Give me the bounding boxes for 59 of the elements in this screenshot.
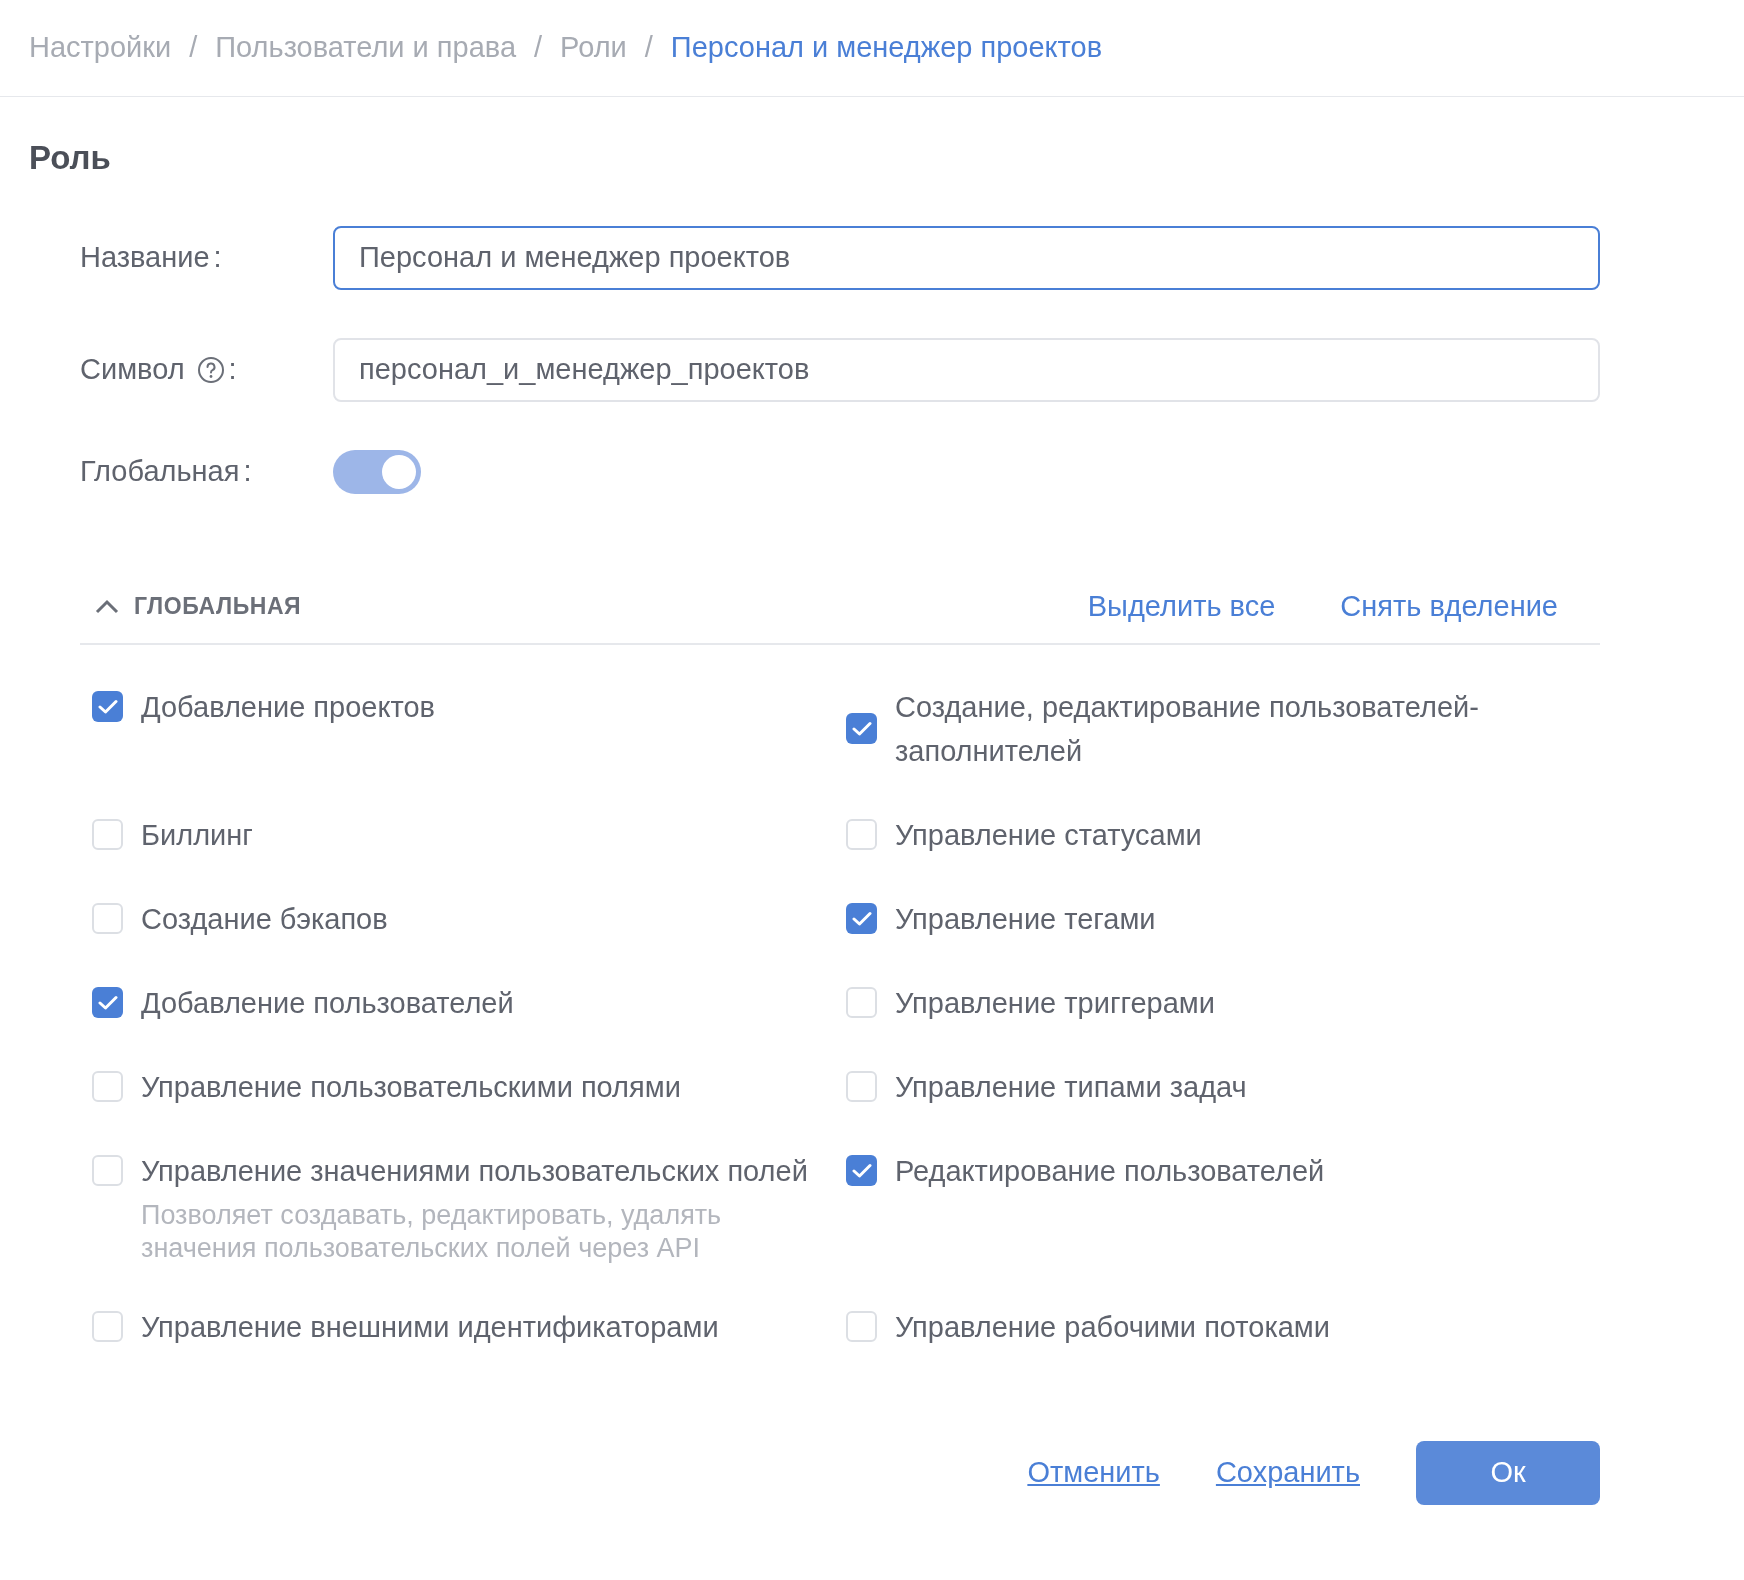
permission-label: Управление типами задач [895,1069,1247,1105]
text-field[interactable]: Персонал и менеджер проектов [333,225,1600,290]
breadcrumb-link[interactable]: Роли [560,26,627,70]
checkbox[interactable] [92,987,123,1018]
help-icon[interactable] [196,355,225,384]
checkbox[interactable] [92,691,123,722]
field-label: Символ [80,351,185,387]
permission-label: Добавление проектов [141,689,435,725]
permission-label: Управление тегами [895,901,1156,937]
global-toggle[interactable] [333,449,421,494]
permission-label: Управление пользовательскими полями [141,1069,681,1105]
footer-link[interactable]: Отменить [1027,1450,1160,1495]
checkbox[interactable] [846,987,877,1018]
colon: : [213,239,222,275]
section-toggle[interactable]: ГЛОБАЛЬНАЯ [94,589,302,624]
field-label: Глобальная [80,453,240,489]
checkbox[interactable] [846,1155,877,1186]
breadcrumb-separator: / [644,30,653,66]
text-field[interactable]: персонал_и_менеджер_проектов [333,337,1600,402]
permission-label: Управление значениями пользовательских полей [141,1153,808,1189]
chevron-icon [94,598,120,615]
checkbox[interactable] [846,903,877,934]
check-icon [851,1162,872,1179]
footer-link[interactable]: Сохранить [1215,1450,1360,1495]
checkbox[interactable] [92,1071,123,1102]
page-title: Роль [28,138,112,178]
permission-label: Биллинг [141,817,253,853]
breadcrumb-link[interactable]: Пользователи и права [215,26,517,70]
checkbox[interactable] [92,1155,123,1186]
breadcrumb-separator: / [189,30,198,66]
permission-label: Управление статусами [895,817,1202,853]
permission-description: Позволяет создавать, редактировать, удалять значения пользовательских полей через API [140,1198,723,1265]
check-icon [97,994,118,1011]
ok-button[interactable]: Ок [1416,1440,1600,1505]
breadcrumb-link[interactable]: Настройки [29,26,172,70]
permission-label: Управление триггерами [895,985,1215,1021]
permission-label: Управление внешними идентификаторами [141,1309,719,1345]
checkbox[interactable] [846,819,877,850]
section-action-link[interactable]: Снять вделение [1340,584,1558,629]
check-icon [97,698,118,715]
permission-label: Управление рабочими потоками [895,1309,1330,1345]
checkbox[interactable] [92,819,123,850]
breadcrumb-link[interactable]: Персонал и менеджер проектов [670,26,1103,70]
breadcrumb-separator: / [534,30,543,66]
check-icon [851,910,872,927]
permission-label: Добавление пользователей [141,985,514,1021]
checkbox[interactable] [846,713,877,744]
checkbox[interactable] [846,1311,877,1342]
permission-label: Редактирование пользователей [895,1153,1325,1189]
permission-label: Создание, редактирование пользователей-заполнителей [895,689,1480,769]
field-label: Название [80,239,210,275]
checkbox[interactable] [92,903,123,934]
checkbox[interactable] [92,1311,123,1342]
checkbox[interactable] [846,1071,877,1102]
colon: : [228,351,237,387]
permission-label: Создание бэкапов [141,901,388,937]
colon: : [243,453,252,489]
section-action-link[interactable]: Выделить все [1087,584,1276,629]
check-icon [851,720,872,737]
